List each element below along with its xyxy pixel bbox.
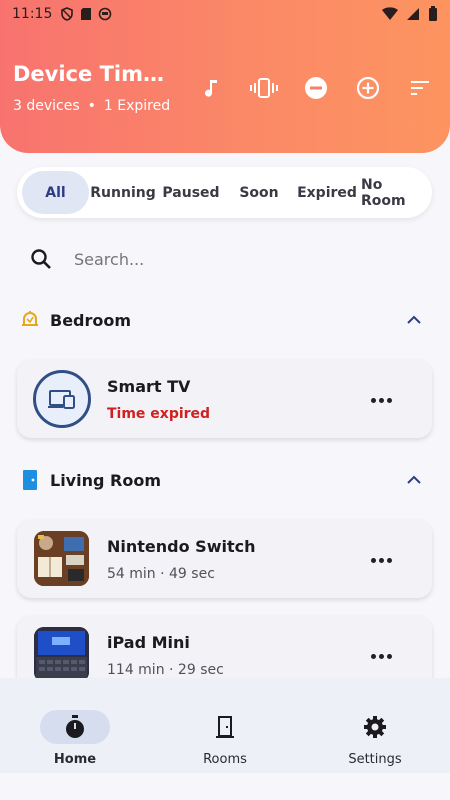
tab-no-room[interactable]: No Room (361, 171, 427, 214)
more-options-button[interactable] (371, 654, 392, 659)
vibrate-icon (250, 78, 278, 98)
sort-icon (411, 81, 429, 95)
nav-rooms[interactable]: Rooms (150, 678, 300, 773)
gesture-bar (0, 773, 450, 800)
nav-rooms-indicator (190, 710, 260, 744)
status-bar: 11:15 (0, 0, 450, 28)
filter-tabs: All Running Paused Soon Expired No Room (17, 167, 432, 218)
device-status: Time expired (107, 406, 211, 422)
search-bar (30, 248, 374, 270)
devices-icon (48, 390, 75, 409)
app-header: 11:15 Device Time… 3 devices • 1 Expired (0, 0, 450, 153)
door-outline-icon (216, 716, 234, 738)
expired-count: 1 Expired (103, 98, 171, 114)
device-thumbnail (34, 531, 89, 586)
shield-icon (61, 7, 74, 21)
tab-running[interactable]: Running (89, 171, 157, 214)
decrease-time-button[interactable] (290, 72, 342, 104)
nav-home-indicator (40, 710, 110, 744)
page-title: Device Time… (13, 62, 173, 86)
section-living-room[interactable]: Living Room (20, 465, 430, 495)
sort-button[interactable] (394, 72, 446, 104)
gear-icon (364, 716, 386, 738)
minus-circle-icon (305, 77, 327, 99)
nav-label: Home (53, 752, 97, 767)
sound-button[interactable] (186, 72, 238, 104)
nav-label: Settings (348, 752, 402, 767)
section-label: Bedroom (50, 310, 132, 330)
search-input[interactable] (74, 249, 374, 269)
device-count: 3 devices (13, 98, 80, 114)
bottom-navigation: Home Rooms Settings (0, 678, 450, 773)
nav-settings-indicator (340, 710, 410, 744)
nav-settings[interactable]: Settings (300, 678, 450, 773)
device-summary: 3 devices • 1 Expired (13, 98, 170, 114)
device-card-smart-tv[interactable]: Smart TV Time expired (17, 360, 432, 438)
signal-icon (407, 8, 419, 20)
section-label: Living Room (50, 470, 161, 490)
status-time: 11:15 (12, 6, 53, 22)
more-options-button[interactable] (371, 558, 392, 563)
device-card-nintendo-switch[interactable]: Nintendo Switch 54 min · 49 sec (17, 520, 432, 598)
device-name: Nintendo Switch (107, 537, 256, 556)
door-icon (23, 470, 37, 490)
vibrate-button[interactable] (238, 72, 290, 104)
wifi-icon (382, 7, 398, 20)
device-thumbnail (34, 627, 89, 682)
nav-home[interactable]: Home (0, 678, 150, 773)
nav-label: Rooms (203, 752, 247, 767)
device-name: Smart TV (107, 377, 191, 396)
battery-icon (429, 6, 437, 21)
alarm-icon (22, 311, 38, 326)
device-name: iPad Mini (107, 633, 190, 652)
more-options-button[interactable] (371, 398, 392, 403)
music-note-icon (205, 80, 217, 97)
plus-circle-icon (356, 76, 380, 100)
summary-separator: • (87, 98, 96, 114)
search-icon (31, 249, 51, 269)
chevron-up-icon[interactable] (406, 315, 422, 325)
device-thumbnail (33, 370, 91, 428)
tab-all[interactable]: All (22, 171, 89, 214)
header-actions (186, 72, 446, 104)
chevron-up-icon[interactable] (406, 475, 422, 485)
face-icon (99, 7, 112, 21)
device-status: 54 min · 49 sec (107, 566, 215, 582)
desk-photo-icon (34, 531, 89, 586)
sd-card-icon (81, 8, 92, 20)
increase-time-button[interactable] (342, 72, 394, 104)
tablet-photo-icon (34, 627, 89, 682)
tab-soon[interactable]: Soon (225, 171, 293, 214)
tab-paused[interactable]: Paused (157, 171, 225, 214)
timer-icon (66, 715, 84, 738)
section-bedroom[interactable]: Bedroom (20, 305, 430, 335)
device-status: 114 min · 29 sec (107, 662, 224, 678)
tab-expired[interactable]: Expired (293, 171, 361, 214)
